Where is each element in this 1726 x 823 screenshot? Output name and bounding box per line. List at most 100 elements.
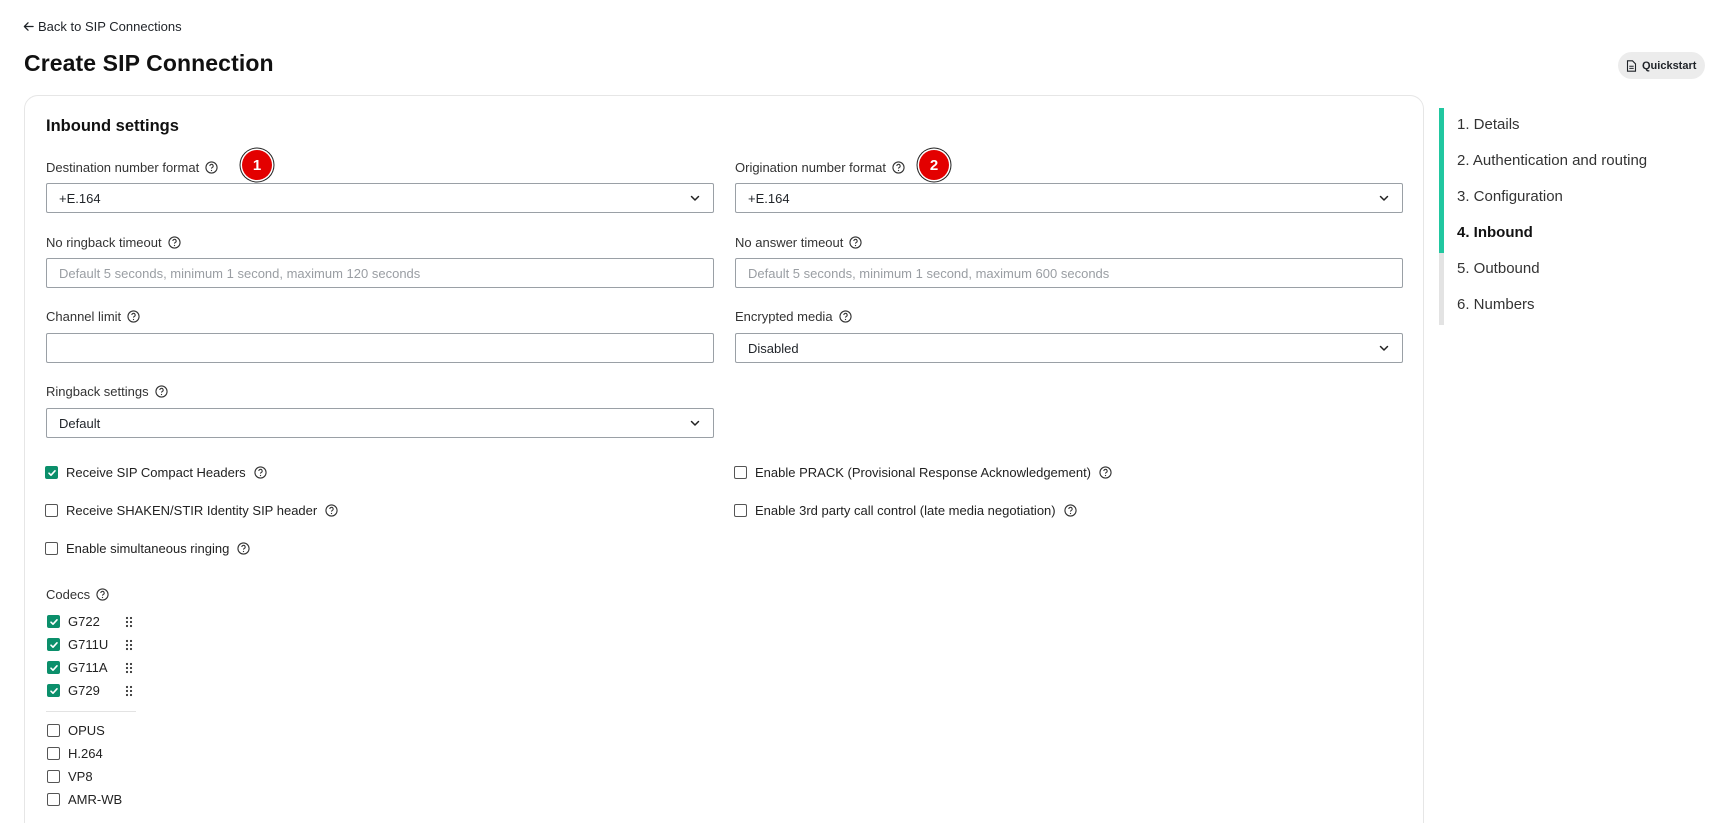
compact-headers-label: Receive SIP Compact Headers <box>66 465 246 480</box>
codec-item-g711u[interactable]: G711U <box>47 637 134 652</box>
channel-limit-label: Channel limit <box>46 309 140 324</box>
simultaneous-ringing-label: Enable simultaneous ringing <box>66 541 230 556</box>
back-link-label: Back to SIP Connections <box>38 19 182 34</box>
help-icon[interactable] <box>254 466 267 479</box>
codec-checkbox[interactable] <box>47 615 60 628</box>
help-icon[interactable] <box>96 588 109 601</box>
codec-label: OPUS <box>68 723 105 738</box>
origination-format-select[interactable]: +E.164 <box>735 183 1403 213</box>
codec-label: H.264 <box>68 746 103 761</box>
ringback-settings-select[interactable]: Default <box>46 408 714 438</box>
channel-limit-input[interactable] <box>59 340 701 356</box>
shaken-stir-label: Receive SHAKEN/STIR Identity SIP header <box>66 503 318 518</box>
help-icon[interactable] <box>1099 466 1112 479</box>
shaken-stir-option[interactable]: Receive SHAKEN/STIR Identity SIP header <box>45 503 338 518</box>
shaken-stir-checkbox[interactable] <box>45 504 58 517</box>
channel-limit-label-text: Channel limit <box>46 309 122 324</box>
steps-progress-remaining <box>1439 253 1444 325</box>
back-link[interactable]: Back to SIP Connections <box>23 19 182 34</box>
section-title: Inbound settings <box>46 117 179 135</box>
codec-item-vp8[interactable]: VP8 <box>47 769 93 784</box>
step-inbound[interactable]: 4. Inbound <box>1457 224 1533 241</box>
destination-format-label: Destination number format <box>46 160 218 175</box>
help-icon[interactable] <box>154 385 168 398</box>
no-answer-timeout-input[interactable] <box>748 265 1390 281</box>
checkmark-icon <box>49 687 58 694</box>
help-icon[interactable] <box>167 236 181 249</box>
encrypted-media-select[interactable]: Disabled <box>735 333 1403 363</box>
ringback-settings-label-text: Ringback settings <box>46 384 149 399</box>
codec-label: G711U <box>68 637 109 652</box>
help-icon[interactable] <box>237 542 250 555</box>
document-icon <box>1626 59 1637 72</box>
step-outbound[interactable]: 5. Outbound <box>1457 260 1540 277</box>
codec-item-g711a[interactable]: G711A <box>47 660 134 675</box>
chevron-down-icon <box>690 195 700 201</box>
no-ringback-timeout-input[interactable] <box>59 265 701 281</box>
checkmark-icon <box>47 469 56 476</box>
simultaneous-ringing-option[interactable]: Enable simultaneous ringing <box>45 541 250 556</box>
no-ringback-timeout-label: No ringback timeout <box>46 235 181 250</box>
chevron-down-icon <box>1379 195 1389 201</box>
codec-item-opus[interactable]: OPUS <box>47 723 105 738</box>
codec-item-g722[interactable]: G722 <box>47 614 134 629</box>
no-ringback-timeout-field[interactable] <box>46 258 714 288</box>
encrypted-media-value: Disabled <box>748 340 799 356</box>
help-icon[interactable] <box>127 310 140 323</box>
codec-checkbox[interactable] <box>47 747 60 760</box>
third-party-call-control-checkbox[interactable] <box>734 504 747 517</box>
prack-checkbox[interactable] <box>734 466 747 479</box>
prack-option[interactable]: Enable PRACK (Provisional Response Ackno… <box>734 465 1112 480</box>
origination-format-value: +E.164 <box>748 190 790 206</box>
codecs-label-text: Codecs <box>46 587 91 602</box>
channel-limit-field[interactable] <box>46 333 714 363</box>
drag-handle-icon[interactable] <box>124 616 134 628</box>
help-icon[interactable] <box>205 161 218 174</box>
checkmark-icon <box>49 618 58 625</box>
drag-handle-icon[interactable] <box>124 662 134 674</box>
simultaneous-ringing-checkbox[interactable] <box>45 542 58 555</box>
compact-headers-checkbox[interactable] <box>45 466 58 479</box>
codec-label: G711A <box>68 660 108 675</box>
arrow-left-icon <box>23 22 34 31</box>
quickstart-label: Quickstart <box>1642 59 1697 72</box>
help-icon[interactable] <box>1063 504 1077 517</box>
no-ringback-timeout-label-text: No ringback timeout <box>46 235 162 250</box>
origination-format-label-text: Origination number format <box>735 160 887 175</box>
step-details[interactable]: 1. Details <box>1457 116 1520 133</box>
annotation-badge-1: 1 <box>242 150 272 180</box>
quickstart-button[interactable]: Quickstart <box>1618 52 1706 79</box>
help-icon[interactable] <box>892 161 905 174</box>
codec-checkbox[interactable] <box>47 793 60 806</box>
destination-format-value: +E.164 <box>59 190 101 206</box>
drag-handle-icon[interactable] <box>124 639 134 651</box>
destination-format-label-text: Destination number format <box>46 160 200 175</box>
no-answer-timeout-label-text: No answer timeout <box>735 235 844 250</box>
help-icon[interactable] <box>325 504 338 517</box>
annotation-badge-2: 2 <box>919 150 949 180</box>
codec-checkbox[interactable] <box>47 684 60 697</box>
codec-checkbox[interactable] <box>47 661 60 674</box>
codec-checkbox[interactable] <box>47 724 60 737</box>
step-configuration[interactable]: 3. Configuration <box>1457 188 1563 205</box>
no-answer-timeout-label: No answer timeout <box>735 235 863 250</box>
drag-handle-icon[interactable] <box>124 685 134 697</box>
page-title: Create SIP Connection <box>24 50 274 76</box>
checkmark-icon <box>49 664 58 671</box>
codec-label: G722 <box>68 614 100 629</box>
codec-item-amr-wb[interactable]: AMR-WB <box>47 792 122 807</box>
codec-checkbox[interactable] <box>47 638 60 651</box>
help-icon[interactable] <box>838 310 852 323</box>
step-numbers[interactable]: 6. Numbers <box>1457 296 1535 313</box>
codec-label: G729 <box>68 683 100 698</box>
destination-format-select[interactable]: +E.164 <box>46 183 714 213</box>
ringback-settings-value: Default <box>59 415 101 431</box>
step-authentication-routing[interactable]: 2. Authentication and routing <box>1457 152 1647 169</box>
compact-headers-option[interactable]: Receive SIP Compact Headers <box>45 465 267 480</box>
help-icon[interactable] <box>849 236 863 249</box>
codec-item-h264[interactable]: H.264 <box>47 746 103 761</box>
codec-item-g729[interactable]: G729 <box>47 683 134 698</box>
third-party-call-control-option[interactable]: Enable 3rd party call control (late medi… <box>734 503 1077 518</box>
no-answer-timeout-field[interactable] <box>735 258 1403 288</box>
codec-checkbox[interactable] <box>47 770 60 783</box>
